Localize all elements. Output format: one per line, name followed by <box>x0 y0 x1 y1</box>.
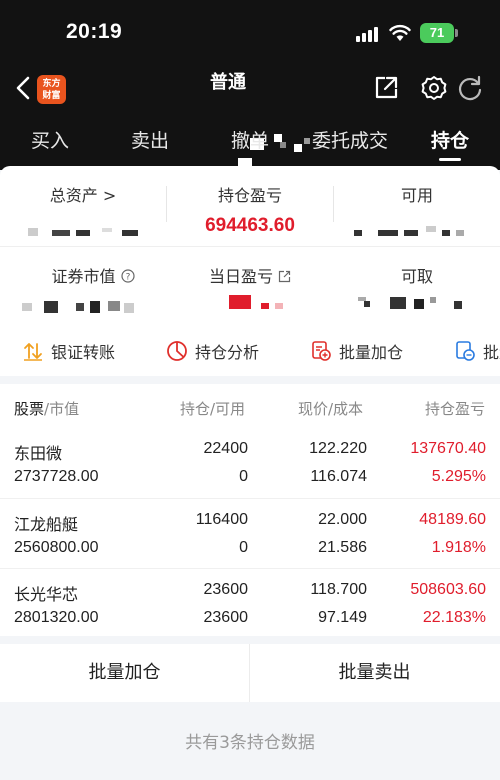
batch-sell-button[interactable]: 批量卖出 <box>250 644 499 702</box>
masked-today-pnl <box>229 295 289 311</box>
position-qty: 23600 <box>203 581 249 598</box>
position-analysis-button[interactable]: 持仓分析 <box>166 339 259 363</box>
position-pnl: 508603.60 <box>410 581 486 598</box>
tab-orders[interactable]: 委托成交 <box>312 126 388 153</box>
position-pnl: 137670.40 <box>410 440 486 457</box>
batch-add-shortcut[interactable]: 批量加仓 <box>310 339 403 363</box>
account-type-label: 普通 <box>210 72 246 93</box>
available-label: 可用 <box>400 186 433 205</box>
battery-tip <box>455 29 458 37</box>
back-arrow-icon[interactable] <box>12 74 36 102</box>
broker-logo: 东方 财富 <box>37 75 66 104</box>
holdings-table: 股票/市值 持仓/可用 现价/成本 持仓盈亏 东田微 2737728.00 22… <box>0 384 500 636</box>
battery-indicator: 71 <box>420 23 454 43</box>
batch-icon <box>456 341 475 361</box>
batch-add-shortcut-label: 批量加仓 <box>339 343 404 362</box>
position-qty: 116400 <box>195 511 248 528</box>
position-pnl-pct: 22.183% <box>422 609 486 626</box>
stock-market-value: 2560800.00 <box>14 539 99 556</box>
market-value[interactable]: 证券市值 ? <box>10 263 176 313</box>
current-price: 22.000 <box>318 511 367 528</box>
transfer-icon <box>24 343 42 361</box>
wifi-icon <box>389 24 411 41</box>
cellular-signal-icon <box>356 26 380 42</box>
stock-name: 东田微 <box>14 444 63 463</box>
holding-pnl: 持仓盈亏 694463.60 <box>167 182 333 237</box>
position-pnl-pct: 1.918% <box>431 539 486 556</box>
cost-price: 116.074 <box>310 468 367 485</box>
available-qty: 0 <box>239 468 248 485</box>
bank-transfer-label: 银证转账 <box>51 343 116 362</box>
header-position[interactable]: 持仓/可用 <box>180 398 245 419</box>
position-analysis-label: 持仓分析 <box>195 343 260 362</box>
active-tab-indicator <box>439 158 461 161</box>
stock-name: 长光华芯 <box>14 585 79 604</box>
table-row[interactable]: 长光华芯 2801320.00 23600 23600 118.700 97.1… <box>0 568 500 638</box>
current-price: 122.220 <box>309 440 367 457</box>
header-price[interactable]: 现价/成本 <box>298 398 363 419</box>
today-pnl-label: 当日盈亏 <box>167 263 333 287</box>
help-icon[interactable]: ? <box>120 269 135 283</box>
status-bar: 20:19 71 <box>0 0 500 64</box>
batch-shortcut[interactable]: 批量 <box>454 339 500 363</box>
today-pnl[interactable]: 当日盈亏 <box>167 263 333 309</box>
table-row[interactable]: 江龙船艇 2560800.00 116400 0 22.000 21.586 4… <box>0 498 500 568</box>
available-qty: 0 <box>239 539 248 556</box>
position-pnl: 48189.60 <box>419 511 486 528</box>
position-pnl-pct: 5.295% <box>431 468 486 485</box>
share-icon[interactable] <box>372 74 400 102</box>
masked-available <box>354 226 474 238</box>
position-qty: 22400 <box>203 440 249 457</box>
holding-pnl-label: 持仓盈亏 <box>217 186 282 205</box>
header-pnl[interactable]: 持仓盈亏 <box>425 398 485 419</box>
total-assets-label: 总资产 > <box>49 186 117 205</box>
summary-row-divider <box>0 246 500 247</box>
masked-total-assets <box>22 228 142 238</box>
batch-add-icon <box>312 341 331 361</box>
gear-icon[interactable] <box>420 74 448 102</box>
app-header: 20:19 71 东方 财富 普通 买入 卖出 撤单 委托成交 持仓 <box>0 0 500 170</box>
table-row[interactable]: 东田微 2737728.00 22400 0 122.220 116.074 1… <box>0 428 500 498</box>
tab-sell[interactable]: 卖出 <box>131 126 169 153</box>
bottom-actions: 批量加仓 批量卖出 <box>0 644 500 702</box>
masked-withdrawable <box>358 297 468 311</box>
cost-price: 97.149 <box>318 609 367 626</box>
withdrawable: 可取 <box>334 263 500 309</box>
masked-market-value <box>18 299 148 313</box>
external-link-icon[interactable] <box>278 270 291 283</box>
tab-positions[interactable]: 持仓 <box>431 126 469 153</box>
current-price: 118.700 <box>310 581 367 598</box>
stock-market-value: 2801320.00 <box>14 609 99 626</box>
bank-transfer-button[interactable]: 银证转账 <box>22 339 115 363</box>
withdrawable-label: 可取 <box>400 267 433 286</box>
trade-tabs: 买入 卖出 撤单 委托成交 持仓 <box>0 122 500 162</box>
cost-price: 21.586 <box>318 539 367 556</box>
refresh-icon[interactable] <box>456 74 484 102</box>
batch-add-button[interactable]: 批量加仓 <box>0 644 249 702</box>
available-qty: 23600 <box>203 609 249 626</box>
header-stock[interactable]: 股票/市值 <box>14 398 79 419</box>
holdings-count-note: 共有3条持仓数据 <box>185 733 315 753</box>
holding-pnl-value: 694463.60 <box>205 215 295 236</box>
svg-text:?: ? <box>125 273 130 283</box>
tab-buy[interactable]: 买入 <box>31 126 69 153</box>
stock-market-value: 2737728.00 <box>14 468 99 485</box>
nav-row: 东方 财富 普通 <box>0 64 500 170</box>
asset-summary: 总资产 > 持仓盈亏 694463.60 可用 证券市值 ? 当日盈亏 可取 银… <box>0 166 500 376</box>
quick-actions: 银证转账 持仓分析 批量加仓 批量 <box>0 335 500 371</box>
pie-chart-icon <box>167 341 187 361</box>
market-value-label: 证券市值 ? <box>10 263 176 287</box>
total-assets[interactable]: 总资产 > <box>0 182 166 236</box>
account-title[interactable]: 普通 <box>210 68 246 94</box>
batch-shortcut-label: 批量 <box>483 343 500 362</box>
tab-cancel[interactable]: 撤单 <box>231 126 269 153</box>
status-time: 20:19 <box>66 20 123 43</box>
table-header: 股票/市值 持仓/可用 现价/成本 持仓盈亏 <box>0 384 500 428</box>
available-funds: 可用 <box>334 182 500 236</box>
stock-name: 江龙船艇 <box>14 515 79 534</box>
